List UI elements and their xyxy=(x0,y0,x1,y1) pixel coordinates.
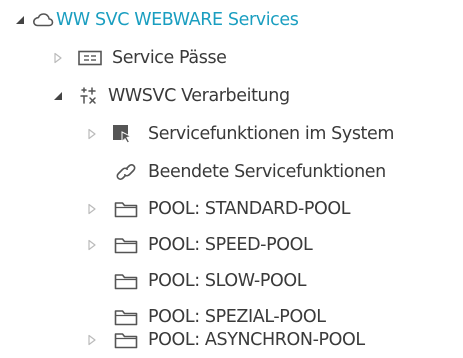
tree-node-pool[interactable]: POOL: STANDARD-POOL xyxy=(0,191,463,227)
tree-node-label: WWSVC Verarbeitung xyxy=(108,86,290,106)
folder-icon xyxy=(114,191,138,227)
finished-icon xyxy=(116,154,136,190)
folder-icon xyxy=(114,322,138,358)
service-function-icon xyxy=(112,116,132,152)
tree-node-label: Service Pässe xyxy=(112,48,227,68)
tree-node-service-passe[interactable]: Service Pässe xyxy=(0,40,463,76)
tree-node-servicefunktionen[interactable]: Servicefunktionen im System xyxy=(0,116,463,152)
tree-node-pool[interactable]: POOL: SLOW-POOL xyxy=(0,263,463,299)
tree-node-label: POOL: STANDARD-POOL xyxy=(148,199,351,219)
tree-node-pool[interactable]: POOL: SPEED-POOL xyxy=(0,227,463,263)
tree-node-label: POOL: SLOW-POOL xyxy=(148,271,307,291)
tree-node-label: POOL: ASYNCHRON-POOL xyxy=(148,330,365,350)
collapsed-arrow-icon[interactable] xyxy=(84,227,100,263)
tree-node-label: POOL: SPEED-POOL xyxy=(148,235,313,255)
expanded-arrow-icon[interactable] xyxy=(12,2,28,38)
tree-node-webware-services[interactable]: WW SVC WEBWARE Services xyxy=(0,2,463,38)
collapsed-arrow-icon[interactable] xyxy=(84,116,100,152)
tree-node-label: Servicefunktionen im System xyxy=(148,124,395,144)
id-card-icon xyxy=(78,40,102,76)
collapsed-arrow-icon[interactable] xyxy=(84,191,100,227)
expanded-arrow-icon[interactable] xyxy=(50,78,66,114)
collapsed-arrow-icon[interactable] xyxy=(50,40,66,76)
tree-node-pool[interactable]: POOL: ASYNCHRON-POOL xyxy=(0,322,463,358)
tree-node-wwsvc-verarbeitung[interactable]: WWSVC Verarbeitung xyxy=(0,78,463,114)
folder-icon xyxy=(114,227,138,263)
process-icon xyxy=(78,78,98,114)
tree-view: WW SVC WEBWARE Services Service Pässe WW… xyxy=(0,0,463,358)
tree-node-beendete-servicefunktionen[interactable]: Beendete Servicefunktionen xyxy=(0,154,463,190)
collapsed-arrow-icon[interactable] xyxy=(84,322,100,358)
folder-icon xyxy=(114,263,138,299)
tree-node-label: WW SVC WEBWARE Services xyxy=(56,10,299,30)
cloud-icon xyxy=(32,2,54,38)
tree-node-label: Beendete Servicefunktionen xyxy=(148,162,386,182)
